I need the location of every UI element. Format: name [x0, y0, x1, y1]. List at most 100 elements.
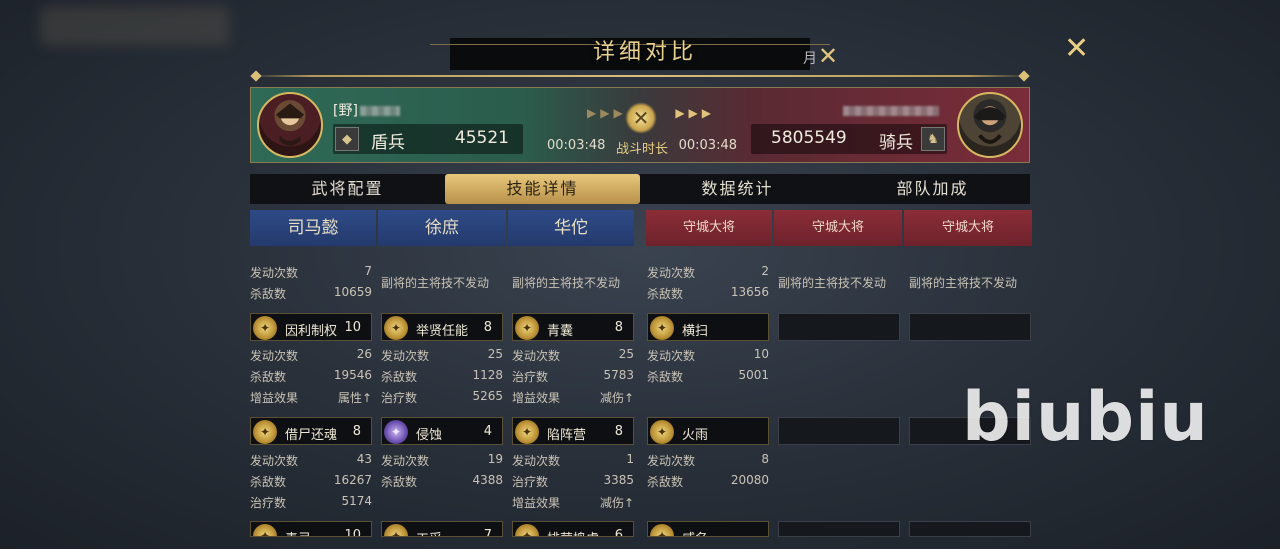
- empty-skill-slot: [778, 417, 900, 445]
- skill-slot[interactable]: ✦工采7: [381, 521, 503, 537]
- skill-slot[interactable]: ✦毒弓10: [250, 521, 372, 537]
- stat-row: 杀敌数 10659: [250, 285, 372, 301]
- stat-row: 发动次数 10: [647, 347, 769, 363]
- page-title: 详细对比: [592, 40, 697, 65]
- shield-icon: ◆: [335, 127, 359, 151]
- stat-row: 发动次数 8: [647, 452, 769, 468]
- stat-row: 发动次数 25: [381, 347, 503, 363]
- tab-data-stats[interactable]: 数据统计: [640, 174, 835, 204]
- battle-time-center: ▶▶▶ ✕ ▶▶▶ 00:03:48 战斗时长 00:03:48: [547, 98, 737, 158]
- skill-icon: ✦: [515, 420, 539, 444]
- battle-summary-banner: [野] ◆ 盾兵 45521 ▶▶▶ ✕ ▶▶▶ 00:03:48 战斗时长 0…: [250, 87, 1030, 163]
- arrows-left-icon: ▶▶▶: [587, 106, 627, 120]
- right-unit-box: 5805549 骑兵 ♞: [751, 124, 947, 154]
- right-troop-count: 5805549: [771, 128, 847, 148]
- general-header-left-3[interactable]: 华佗: [508, 210, 634, 246]
- notice-text: 副将的主将技不发动: [381, 276, 490, 290]
- arrows-right-icon: ▶▶▶: [675, 106, 715, 120]
- skill-icon: ✦: [384, 524, 408, 536]
- stat-row: 发动次数 25: [512, 347, 634, 363]
- empty-skill-slot: [909, 313, 1031, 341]
- notice-text: 副将的主将技不发动: [909, 276, 1018, 290]
- right-player-name: [841, 100, 941, 116]
- blurred-corner-text: [40, 6, 230, 46]
- skill-icon: ✦: [650, 420, 674, 444]
- right-commander-avatar[interactable]: [957, 92, 1023, 158]
- stat-row: 治疗数 5174: [250, 494, 372, 510]
- skill-icon: ✦: [253, 524, 277, 536]
- stat-row: 治疗数 3385: [512, 473, 634, 489]
- skill-slot[interactable]: ✦威名: [647, 521, 769, 537]
- notice-text: 副将的主将技不发动: [778, 276, 887, 290]
- left-unit-box: ◆ 盾兵 45521: [333, 124, 523, 154]
- stat-row: 发动次数 19: [381, 452, 503, 468]
- blurred-name: [359, 106, 400, 116]
- general-header-right-2[interactable]: 守城大将: [774, 210, 902, 246]
- right-unit-type: 骑兵: [879, 133, 913, 153]
- horse-icon: ♞: [921, 127, 945, 151]
- empty-skill-slot: [909, 521, 1031, 537]
- stat-row: 杀敌数 20080: [647, 473, 769, 489]
- stat-row: 杀敌数 5001: [647, 368, 769, 384]
- stat-row: 杀敌数 16267: [250, 473, 372, 489]
- general-header-right-3[interactable]: 守城大将: [904, 210, 1032, 246]
- close-icon[interactable]: ✕: [1064, 34, 1089, 64]
- skill-slot[interactable]: ✦排营捣虎6: [512, 521, 634, 537]
- skill-icon: ✦: [253, 420, 277, 444]
- general-header-left-1[interactable]: 司马懿: [250, 210, 376, 246]
- left-troop-count: 45521: [454, 128, 509, 148]
- skill-slot[interactable]: ✦ 青囊 8: [512, 313, 634, 341]
- left-player-name: [野]: [333, 100, 400, 120]
- left-commander-avatar[interactable]: [257, 92, 323, 158]
- stat-row: 治疗数 5783: [512, 368, 634, 384]
- notice-text: 副将的主将技不发动: [512, 276, 621, 290]
- stat-row: 发动次数 1: [512, 452, 634, 468]
- skill-slot[interactable]: ✦ 借尸还魂 8: [250, 417, 372, 445]
- stat-row: 增益效果 属性↑: [250, 391, 372, 405]
- stat-row: 杀敌数 19546: [250, 368, 372, 384]
- alliance-tag: [野]: [333, 103, 358, 119]
- title-fragment: 月: [803, 51, 817, 67]
- panel-header: 详细对比 月 ✕: [250, 30, 1030, 82]
- skill-icon: ✦: [650, 524, 674, 536]
- skill-icon: ✦: [515, 316, 539, 340]
- stat-row: 发动次数 43: [250, 452, 372, 468]
- header-ornament-line: [250, 75, 1030, 77]
- skill-icon: ✦: [515, 524, 539, 536]
- blurred-name: [843, 105, 939, 116]
- skill-icon: ✦: [650, 316, 674, 340]
- tab-troop-bonus[interactable]: 部队加成: [835, 174, 1030, 204]
- skill-slot[interactable]: ✦ 因利制权 10: [250, 313, 372, 341]
- left-unit-type: 盾兵: [371, 133, 405, 153]
- right-time: 00:03:48: [678, 138, 737, 153]
- empty-skill-slot: [778, 313, 900, 341]
- stat-row: 杀敌数 13656: [647, 285, 769, 301]
- tab-bar: 武将配置 技能详情 数据统计 部队加成: [250, 174, 1030, 204]
- battle-duration-label: 战斗时长: [615, 142, 668, 157]
- tab-general-config[interactable]: 武将配置: [250, 174, 445, 204]
- watermark: biubiu: [962, 378, 1209, 457]
- stat-row: 增益效果 减伤↑: [512, 391, 634, 405]
- stat-row: 发动次数 7: [250, 264, 372, 280]
- left-time: 00:03:48: [547, 138, 606, 153]
- skill-slot[interactable]: ✦ 举贤任能 8: [381, 313, 503, 341]
- crossed-swords-icon: ✕: [818, 42, 839, 70]
- crossed-swords-icon: ✕: [625, 102, 657, 134]
- skill-icon: ✦: [253, 316, 277, 340]
- stat-row: 治疗数 5265: [381, 389, 503, 405]
- skill-slot[interactable]: ✦ 侵蚀 4: [381, 417, 503, 445]
- stat-row: 杀敌数 1128: [381, 368, 503, 384]
- skill-icon: ✦: [384, 420, 408, 444]
- general-header-left-2[interactable]: 徐庶: [378, 210, 506, 246]
- general-header-right-1[interactable]: 守城大将: [646, 210, 772, 246]
- skill-slot[interactable]: ✦ 横扫: [647, 313, 769, 341]
- stat-row: 发动次数 2: [647, 264, 769, 280]
- tab-skill-details[interactable]: 技能详情: [445, 174, 640, 204]
- stat-row: 杀敌数 4388: [381, 473, 503, 489]
- stat-row: 发动次数 26: [250, 347, 372, 363]
- empty-skill-slot: [778, 521, 900, 537]
- skill-icon: ✦: [384, 316, 408, 340]
- skill-slot[interactable]: ✦ 火雨: [647, 417, 769, 445]
- stat-row: 增益效果 减伤↑: [512, 496, 634, 510]
- skill-slot[interactable]: ✦ 陷阵营 8: [512, 417, 634, 445]
